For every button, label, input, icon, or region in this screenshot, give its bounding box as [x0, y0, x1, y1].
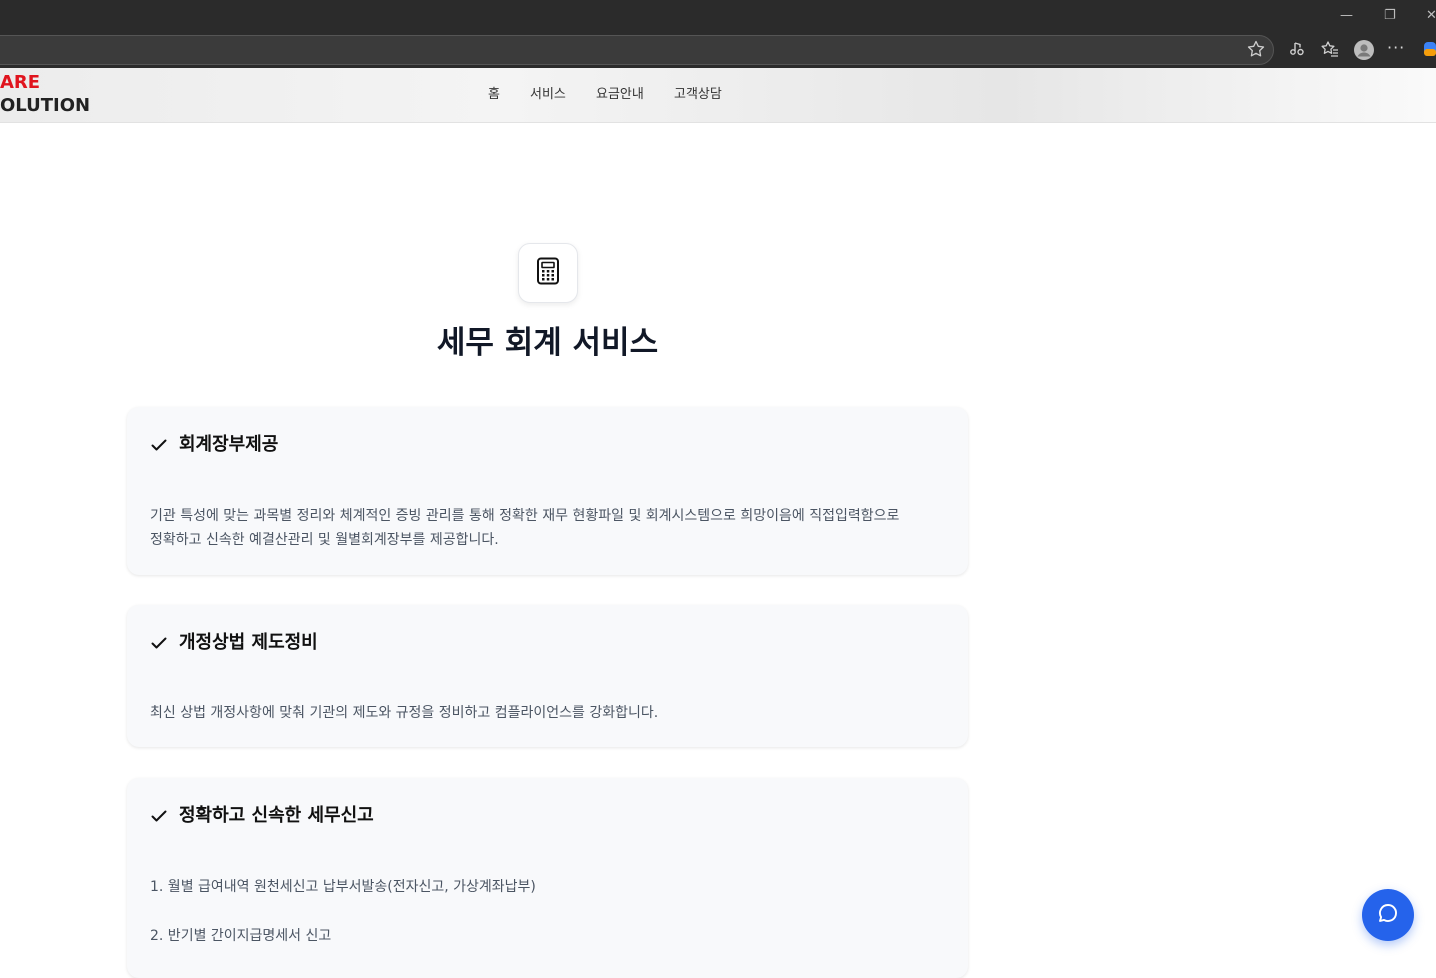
card-title: 개정상법 제도정비	[179, 632, 318, 653]
media-icon[interactable]	[1287, 39, 1309, 61]
nav-item-support[interactable]: 고객상담	[674, 86, 722, 104]
card-description: 기관 특성에 맞는 과목별 정리와 체계적인 증빙 관리를 통해 정확한 재무 …	[150, 504, 950, 552]
maximize-button[interactable]: ❐	[1384, 6, 1396, 26]
check-icon	[149, 435, 169, 455]
chat-bubble-icon	[1376, 901, 1400, 929]
card-title: 정확하고 신속한 세무신고	[179, 805, 374, 826]
main-nav: 홈 서비스 요금안내 고객상담	[0, 86, 1436, 106]
service-card-accounting: 회계장부제공 기관 특성에 맞는 과목별 정리와 체계적인 증빙 관리를 통해 …	[127, 407, 968, 575]
card-description: 최신 상법 개정사항에 맞춰 기관의 제도와 규정을 정비하고 컴플라이언스를 …	[150, 705, 659, 721]
calculator-icon	[535, 257, 561, 289]
chat-button[interactable]	[1362, 889, 1414, 941]
service-card-commercial-law: 개정상법 제도정비 최신 상법 개정사항에 맞춰 기관의 제도와 규정을 정비하…	[127, 605, 968, 747]
card-description-line: 정확하고 신속한 예결산관리 및 월별회계장부를 제공합니다.	[150, 532, 499, 548]
nav-item-pricing[interactable]: 요금안내	[596, 86, 644, 104]
service-card-tax-filing: 정확하고 신속한 세무신고 1. 월별 급여내역 원천세신고 납부서발송(전자신…	[127, 778, 968, 978]
list-item: 1. 월별 급여내역 원천세신고 납부서발송(전자신고, 가상계좌납부)	[150, 879, 536, 895]
browser-toolbar: ···	[0, 32, 1436, 68]
favorites-icon[interactable]	[1320, 39, 1342, 61]
browser-titlebar: — ❐ ✕	[0, 0, 1436, 32]
address-bar[interactable]	[0, 35, 1274, 65]
check-icon	[149, 806, 169, 826]
list-item: 2. 반기별 간이지급명세서 신고	[150, 928, 332, 944]
minimize-button[interactable]: —	[1340, 6, 1353, 26]
check-icon	[149, 633, 169, 653]
hero-icon-box	[518, 243, 578, 303]
card-description-line: 기관 특성에 맞는 과목별 정리와 체계적인 증빙 관리를 통해 정확한 재무 …	[150, 508, 900, 524]
close-button[interactable]: ✕	[1426, 6, 1436, 26]
star-icon[interactable]	[1246, 39, 1268, 61]
nav-item-services[interactable]: 서비스	[530, 86, 566, 104]
profile-icon[interactable]	[1353, 39, 1375, 61]
card-title: 회계장부제공	[179, 434, 279, 455]
more-icon[interactable]: ···	[1387, 39, 1409, 61]
site-header: ARE OLUTION 홈 서비스 요금안내 고객상담	[0, 68, 1436, 123]
page-title: 세무 회계 서비스	[436, 325, 659, 361]
nav-item-home[interactable]: 홈	[488, 86, 500, 104]
copilot-icon[interactable]	[1423, 39, 1436, 61]
